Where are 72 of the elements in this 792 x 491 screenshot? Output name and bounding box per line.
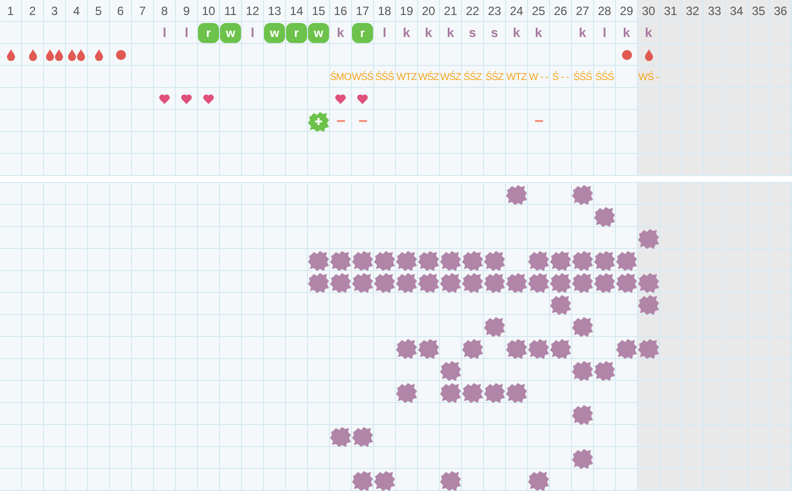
- day-number: 25: [532, 3, 546, 20]
- day-number: 35: [752, 3, 766, 20]
- day-number: 10: [202, 3, 216, 20]
- letter-badge: w: [220, 23, 241, 43]
- letter-badge: r: [198, 23, 219, 43]
- day-number: 6: [117, 3, 124, 20]
- day-code: WŚŚ: [352, 70, 374, 84]
- day-code: WŚZ: [440, 70, 461, 84]
- day-number: 1: [7, 3, 14, 20]
- letter-mark: l: [382, 24, 386, 42]
- day-number: 19: [400, 3, 414, 20]
- day-number: 18: [378, 3, 392, 20]
- day-number: 12: [246, 3, 260, 20]
- day-number: 7: [139, 3, 146, 20]
- day-code: ŚŚŚ: [595, 70, 614, 84]
- day-number: 5: [95, 3, 102, 20]
- day-number: 33: [708, 3, 722, 20]
- day-number: 20: [422, 3, 436, 20]
- letter-mark: k: [622, 24, 630, 42]
- day-number: 32: [686, 3, 700, 20]
- day-number: 4: [73, 3, 80, 20]
- day-number: 15: [312, 3, 326, 20]
- day-code: ŚŚŚ: [573, 70, 592, 84]
- day-number: 13: [268, 3, 282, 20]
- day-code: ŚŚZ: [464, 70, 482, 84]
- day-code: ŚŚŚ: [375, 70, 394, 84]
- letter-badge: w: [308, 23, 329, 43]
- day-number: 36: [774, 3, 788, 20]
- letter-mark: k: [402, 24, 410, 42]
- day-number: 29: [620, 3, 634, 20]
- day-code: WŚ -: [638, 70, 659, 84]
- day-number: 26: [554, 3, 568, 20]
- day-number: 16: [334, 3, 348, 20]
- day-code: WTZ: [506, 70, 527, 84]
- day-number: 28: [598, 3, 612, 20]
- day-number: 2: [29, 3, 36, 20]
- day-code: WTZ: [396, 70, 417, 84]
- day-number: 31: [664, 3, 678, 20]
- day-code: WŚZ: [418, 70, 439, 84]
- letter-mark: k: [424, 24, 432, 42]
- letter-mark: k: [512, 24, 520, 42]
- letter-mark: s: [468, 24, 476, 42]
- letter-mark: l: [602, 24, 606, 42]
- day-code: ŚMO: [330, 70, 352, 84]
- letter-badge: r: [352, 23, 373, 43]
- letter-mark: l: [250, 24, 254, 42]
- day-number: 8: [161, 3, 168, 20]
- letter-mark: l: [162, 24, 166, 42]
- day-number: 27: [576, 3, 590, 20]
- day-number: 22: [466, 3, 480, 20]
- day-number: 3: [51, 3, 58, 20]
- day-number: 24: [510, 3, 524, 20]
- letter-mark: k: [578, 24, 586, 42]
- letter-badge: r: [286, 23, 307, 43]
- letter-mark: k: [534, 24, 542, 42]
- day-number: 9: [183, 3, 190, 20]
- letter-badge: w: [264, 23, 285, 43]
- day-number: 17: [356, 3, 370, 20]
- letter-mark: k: [644, 24, 652, 42]
- letter-mark: s: [490, 24, 498, 42]
- day-code: ŚŚZ: [486, 70, 504, 84]
- day-number: 23: [488, 3, 502, 20]
- letter-mark: k: [336, 24, 344, 42]
- day-number: 21: [444, 3, 458, 20]
- day-code: Ś - -: [552, 70, 569, 84]
- day-number: 30: [642, 3, 656, 20]
- letter-mark: k: [446, 24, 454, 42]
- day-number: 34: [730, 3, 744, 20]
- day-number: 11: [224, 3, 237, 20]
- letter-mark: l: [184, 24, 188, 42]
- day-code: W - -: [528, 70, 548, 84]
- day-number: 14: [290, 3, 304, 20]
